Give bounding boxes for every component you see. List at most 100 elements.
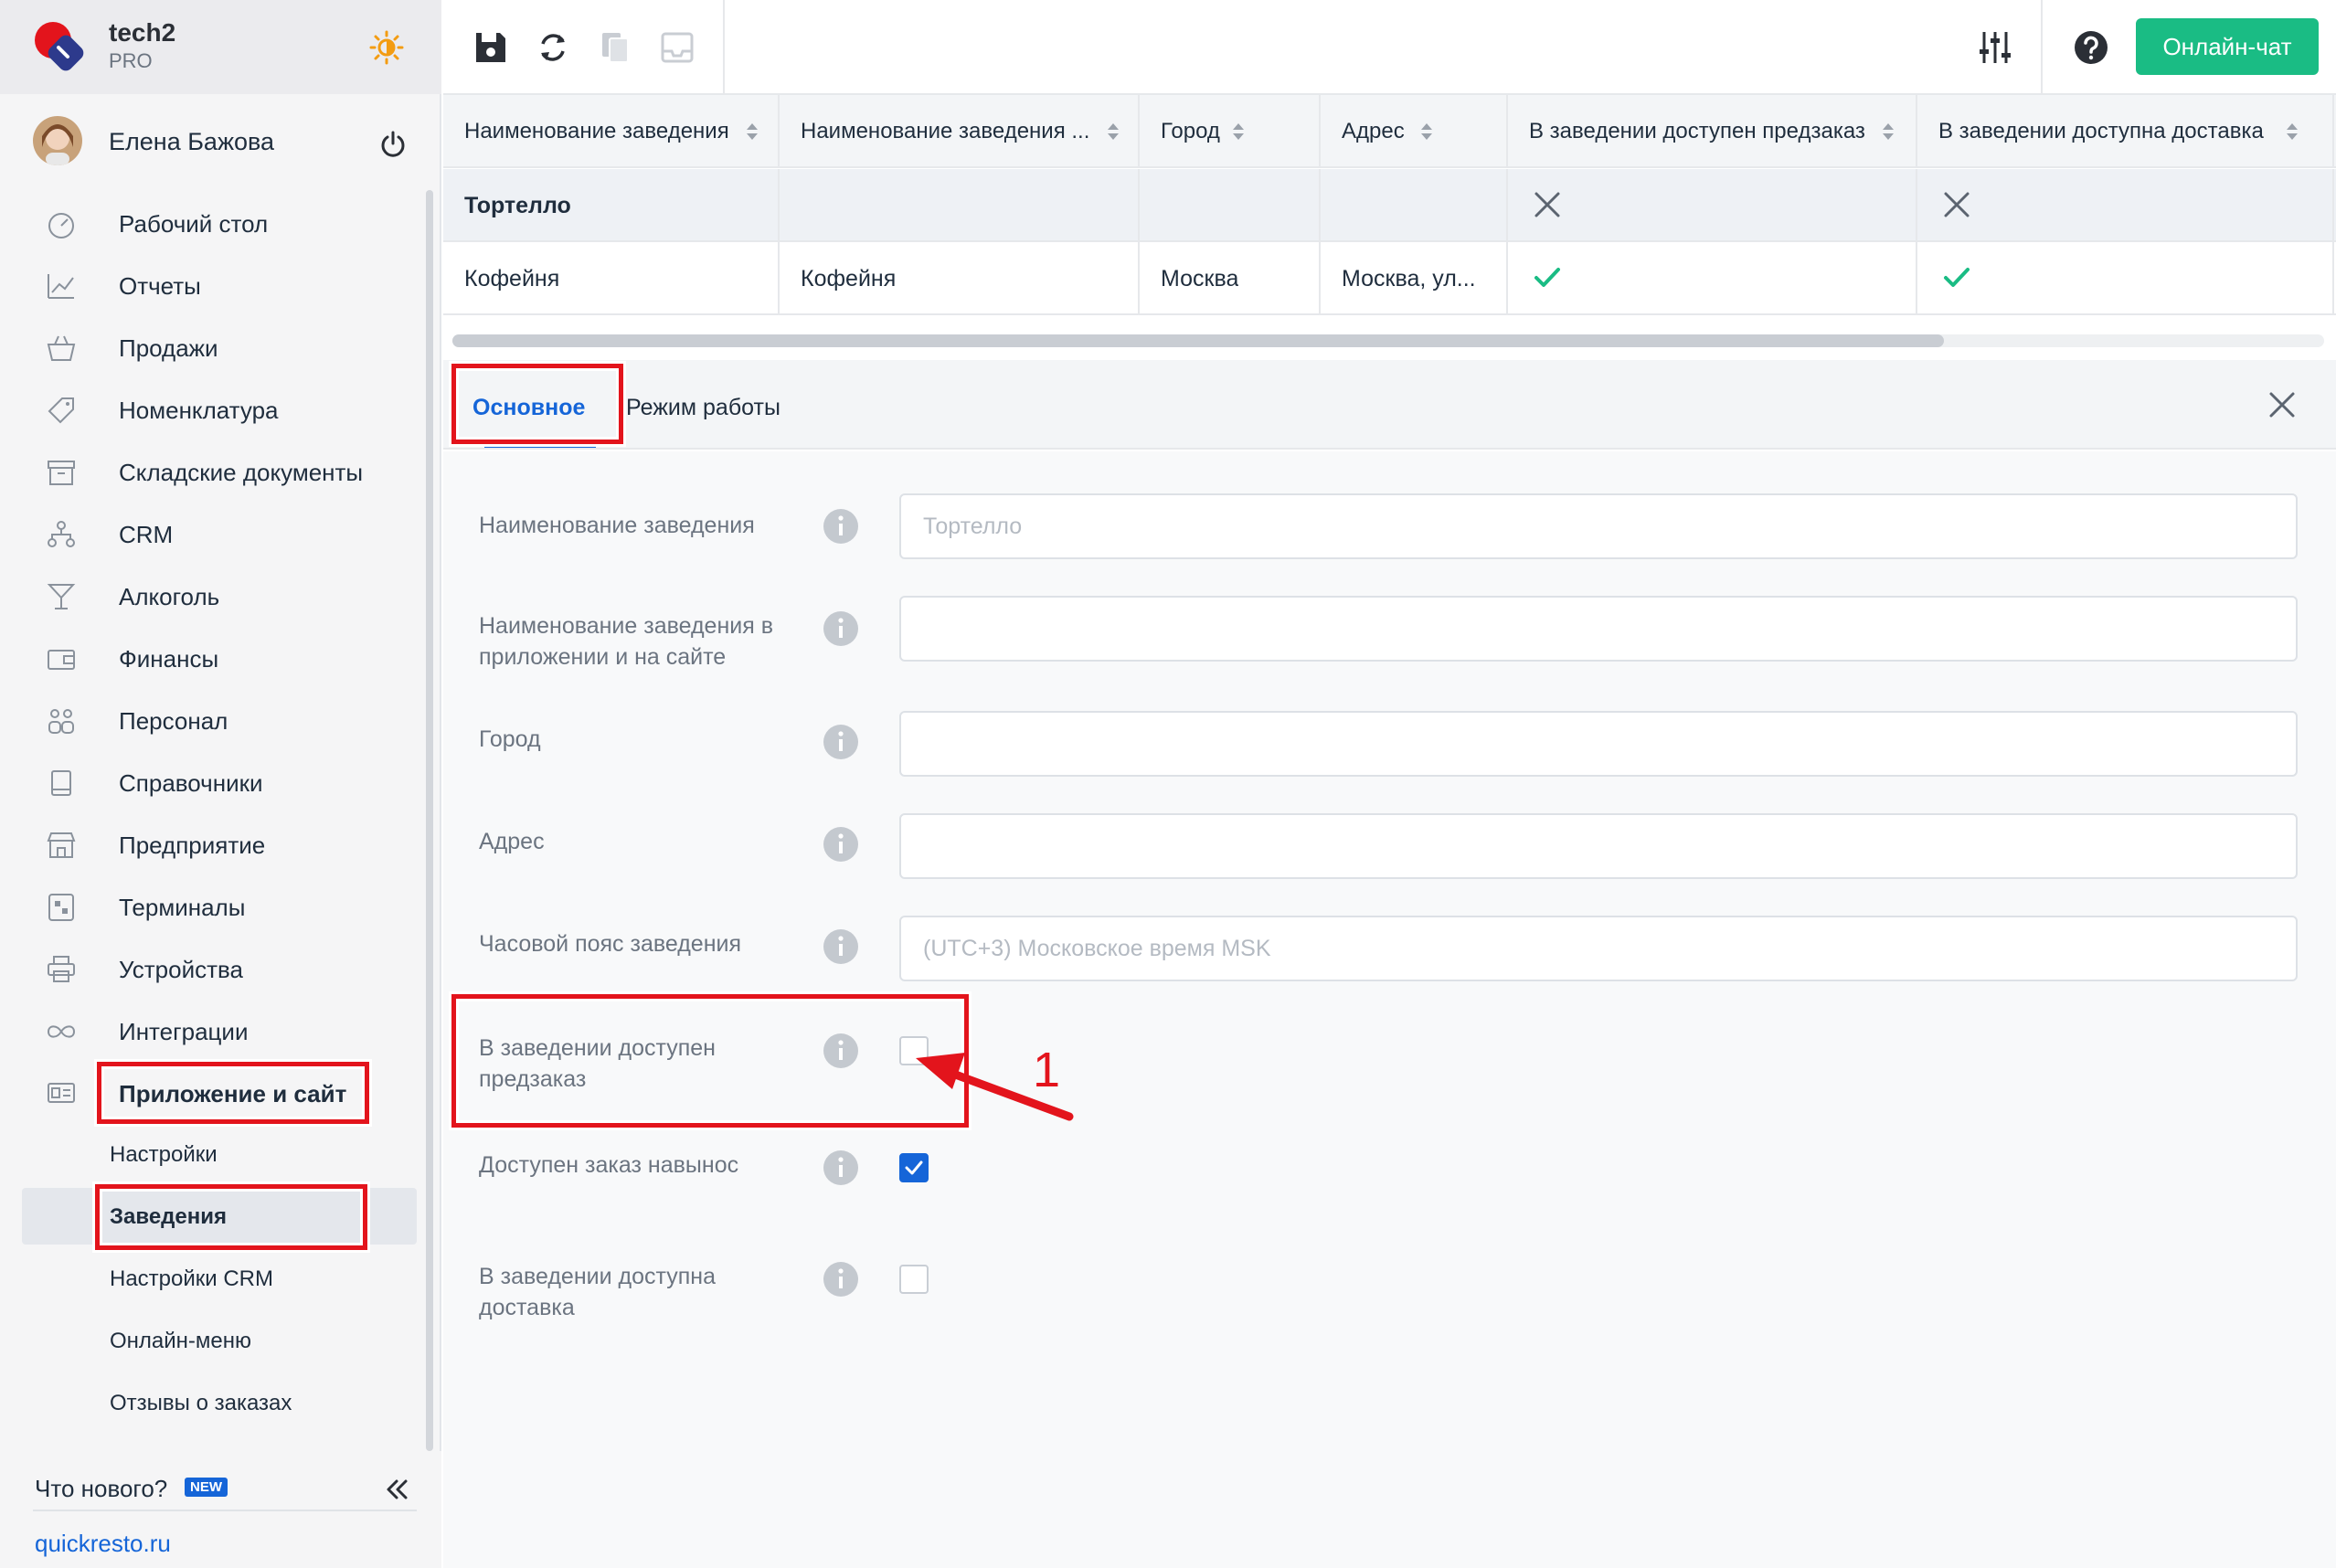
field-label-takeaway: Доступен заказ навынос (479, 1152, 739, 1178)
sort-icon[interactable] (1231, 121, 1246, 143)
annotation-number: 1 (1033, 1043, 1061, 1097)
app-name-input[interactable] (899, 596, 2298, 662)
sidebar-item-alcohol[interactable]: Алкоголь (33, 568, 417, 623)
app-site-icon (48, 1083, 75, 1103)
refresh-icon[interactable] (535, 29, 571, 66)
column-header-preorder[interactable]: В заведении доступен предзаказ (1508, 95, 1917, 168)
column-header-city[interactable]: Город (1140, 95, 1321, 168)
sun-icon[interactable] (369, 30, 404, 65)
tab-main[interactable]: Основное (454, 364, 610, 446)
help-icon[interactable] (2073, 29, 2109, 66)
field-label-app-name: Наименование заведения в приложении и на… (479, 613, 773, 670)
horizontal-scrollbar[interactable] (452, 334, 2324, 347)
cell-text: Москва, ул... (1342, 266, 1476, 291)
timezone-select[interactable] (899, 916, 2298, 981)
sidebar-item-label: Терминалы (119, 894, 246, 921)
field-label-timezone: Часовой пояс заведения (479, 931, 742, 957)
sidebar-footer: Что нового? NEW quickresto.ru (0, 1451, 441, 1568)
column-header-delivery[interactable]: В заведении доступна доставка (1917, 95, 2334, 168)
address-input[interactable] (899, 813, 2298, 879)
tab-working-hours[interactable]: Режим работы (626, 364, 809, 446)
column-header-name[interactable]: Наименование заведения (443, 95, 780, 168)
online-chat-button[interactable]: Онлайн-чат (2136, 18, 2319, 75)
info-icon[interactable] (823, 1033, 859, 1069)
sort-icon[interactable] (2285, 121, 2299, 143)
cross-icon (1944, 192, 1970, 217)
checkmark-icon (905, 1160, 923, 1175)
sidebar: tech2 PRO Елена Бажова Рабочий стол Отче… (0, 0, 441, 1568)
sidebar-subitem-online-menu[interactable]: Онлайн-меню (22, 1312, 417, 1369)
sidebar-item-sales[interactable]: Продажи (33, 320, 417, 375)
info-icon[interactable] (823, 826, 859, 863)
avatar[interactable] (33, 116, 82, 165)
sidebar-subitem-crm-settings[interactable]: Настройки CRM (22, 1250, 417, 1307)
sidebar-item-warehouse-docs[interactable]: Складские документы (33, 444, 417, 499)
user-name: Елена Бажова (109, 128, 275, 155)
sort-icon[interactable] (1106, 121, 1120, 143)
sidebar-item-staff[interactable]: Персонал (33, 693, 417, 747)
sidebar-item-devices[interactable]: Устройства (33, 941, 417, 996)
info-icon[interactable] (823, 724, 859, 760)
copy-icon[interactable] (597, 29, 633, 66)
sidebar-item-finance[interactable]: Финансы (33, 630, 417, 685)
collapse-sidebar-icon[interactable] (382, 1475, 411, 1504)
cell-city: Москва (1140, 242, 1321, 315)
sidebar-item-enterprise[interactable]: Предприятие (33, 817, 417, 872)
power-icon[interactable] (378, 130, 408, 159)
takeaway-checkbox[interactable] (899, 1153, 929, 1182)
column-header-app-name[interactable]: Наименование заведения ... (780, 95, 1140, 168)
sidebar-subitem-label: Отзывы о заказах (110, 1391, 292, 1415)
close-icon[interactable] (2267, 389, 2298, 420)
sidebar-item-reports[interactable]: Отчеты (33, 258, 417, 313)
sidebar-item-integrations[interactable]: Интеграции (33, 1003, 417, 1058)
whats-new-link[interactable]: Что нового? (35, 1475, 167, 1503)
sort-icon[interactable] (1881, 121, 1895, 143)
sidebar-item-desktop[interactable]: Рабочий стол (33, 196, 417, 250)
delivery-checkbox[interactable] (899, 1265, 929, 1294)
table-row[interactable]: Тортелло (443, 169, 2336, 242)
sidebar-item-references[interactable]: Справочники (33, 755, 417, 810)
sidebar-item-label: Персонал (119, 707, 228, 735)
inbox-icon[interactable] (659, 29, 695, 66)
sort-icon[interactable] (745, 121, 759, 143)
sidebar-item-label: Интеграции (119, 1018, 249, 1045)
city-input[interactable] (899, 711, 2298, 777)
cell-text: Кофейня (464, 266, 560, 291)
venue-name-input[interactable] (899, 493, 2298, 559)
sidebar-subitem-venues[interactable]: Заведения (22, 1188, 417, 1245)
info-icon[interactable] (823, 1261, 859, 1298)
sidebar-subitem-settings[interactable]: Настройки (22, 1126, 417, 1182)
sidebar-item-label: Устройства (119, 956, 244, 983)
filter-sliders-icon[interactable] (1977, 29, 2013, 66)
sidebar-item-crm[interactable]: CRM (33, 506, 417, 561)
cross-icon (1534, 192, 1560, 217)
site-link[interactable]: quickresto.ru (35, 1530, 171, 1558)
archive-icon (48, 461, 75, 485)
user-panel: Елена Бажова (0, 99, 441, 183)
scrollbar-thumb[interactable] (452, 334, 1944, 347)
info-icon[interactable] (823, 610, 859, 647)
cell-address (1321, 169, 1508, 242)
sidebar-subitem-order-reviews[interactable]: Отзывы о заказах (22, 1374, 417, 1431)
info-icon[interactable] (823, 1150, 859, 1186)
info-icon[interactable] (823, 928, 859, 965)
column-header-address[interactable]: Адрес (1321, 95, 1508, 168)
field-label-delivery: В заведении доступна доставка (479, 1264, 716, 1320)
sidebar-scrollbar[interactable] (426, 190, 433, 1451)
sidebar-item-app-site[interactable]: Приложение и сайт (33, 1065, 417, 1120)
staff-icon (48, 709, 74, 734)
table-row[interactable]: Кофейня Кофейня Москва Москва, ул... (443, 242, 2336, 315)
cell-app-name (780, 169, 1140, 242)
column-header-label: В заведении доступна доставка (1938, 119, 2264, 143)
brand-plan: PRO (109, 49, 153, 72)
sidebar-subitem-label: Заведения (110, 1204, 228, 1229)
cell-address: Москва, ул... (1321, 242, 1508, 315)
sidebar-item-nomenclature[interactable]: Номенклатура (33, 382, 417, 437)
speedometer-icon (48, 213, 74, 238)
sidebar-item-label: Приложение и сайт (119, 1080, 347, 1107)
sort-icon[interactable] (1419, 121, 1434, 143)
sidebar-item-terminals[interactable]: Терминалы (33, 879, 417, 934)
save-icon[interactable] (473, 29, 509, 66)
cell-name: Тортелло (443, 169, 780, 242)
info-icon[interactable] (823, 508, 859, 545)
